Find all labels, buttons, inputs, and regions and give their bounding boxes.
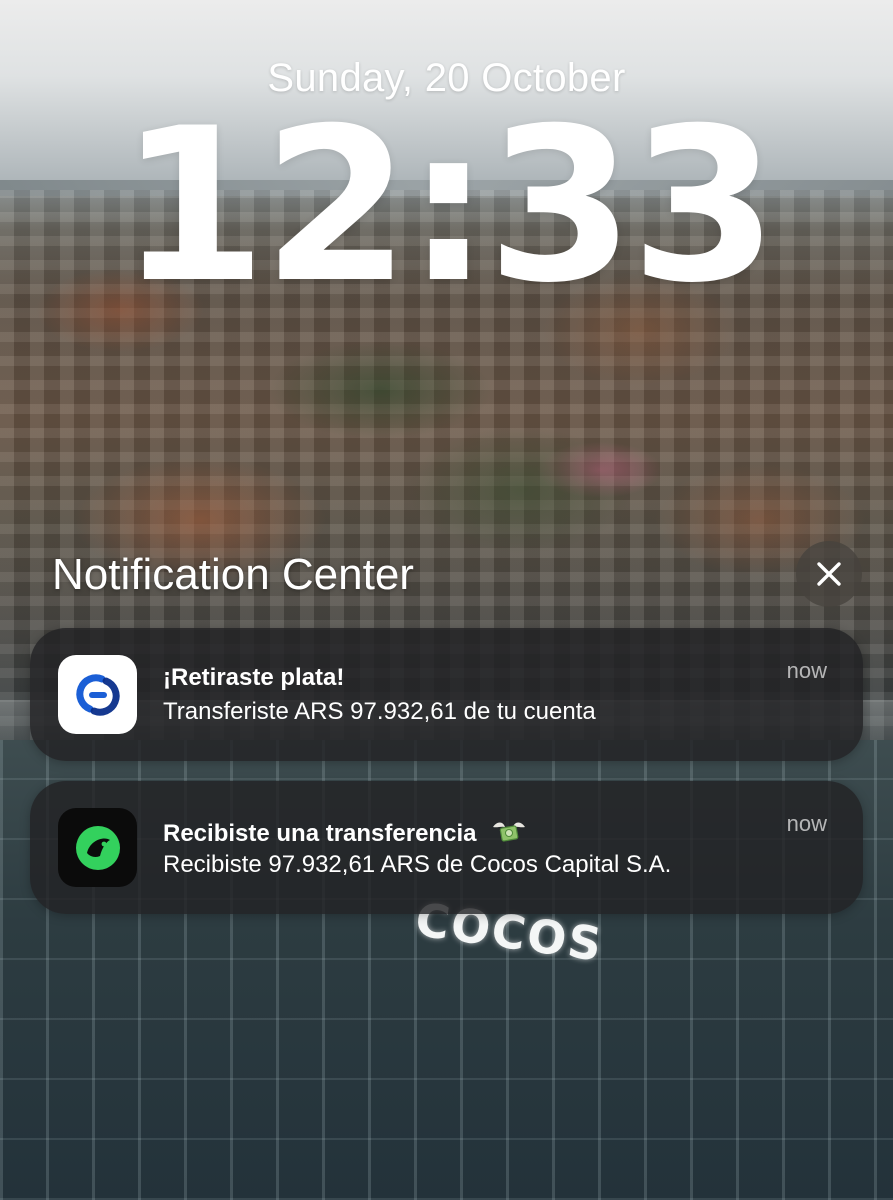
notification-time: now bbox=[786, 658, 827, 683]
notification-title: Recibiste una transferencia bbox=[163, 817, 527, 852]
notification-center-title: Notification Center bbox=[52, 550, 414, 599]
transfer-app-icon bbox=[58, 655, 137, 734]
money-with-wings-icon bbox=[491, 817, 527, 852]
notification-card[interactable]: ¡Retiraste plata! Transferiste ARS 97.93… bbox=[30, 628, 863, 761]
notification-time: now bbox=[786, 811, 827, 836]
notification-card[interactable]: Recibiste una transferencia Recibiste 97… bbox=[30, 781, 863, 914]
close-notifications-button[interactable] bbox=[796, 541, 862, 607]
notification-title: ¡Retiraste plata! bbox=[163, 664, 345, 691]
lock-time: 12:33 bbox=[119, 82, 778, 329]
close-icon bbox=[817, 562, 841, 586]
notification-body: Recibiste 97.932,61 ARS de Cocos Capital… bbox=[163, 851, 672, 878]
notification-body: Transferiste ARS 97.932,61 de tu cuenta bbox=[163, 698, 596, 725]
lock-screen: COCOS Sunday, 20 October 12:33 Notificat… bbox=[0, 0, 893, 1200]
notification-title-text: Recibiste una transferencia bbox=[163, 820, 477, 847]
cocos-app-icon bbox=[58, 808, 137, 887]
